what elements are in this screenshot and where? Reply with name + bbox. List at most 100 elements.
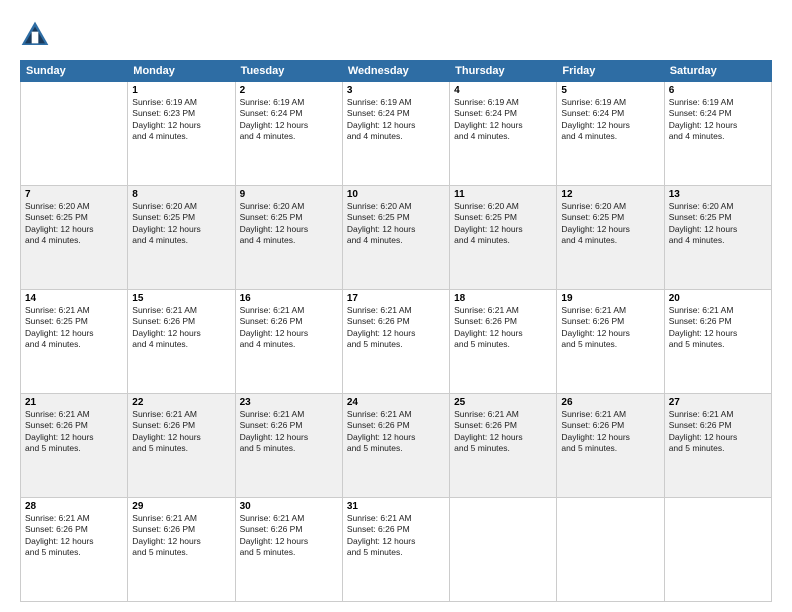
day-number: 8: [132, 189, 230, 200]
day-number: 7: [25, 189, 123, 200]
calendar-cell: 23Sunrise: 6:21 AM Sunset: 6:26 PM Dayli…: [235, 394, 342, 498]
calendar-cell: 19Sunrise: 6:21 AM Sunset: 6:26 PM Dayli…: [557, 290, 664, 394]
day-info: Sunrise: 6:19 AM Sunset: 6:24 PM Dayligh…: [669, 97, 767, 143]
calendar-cell: 1Sunrise: 6:19 AM Sunset: 6:23 PM Daylig…: [128, 82, 235, 186]
day-number: 18: [454, 293, 552, 304]
calendar-cell: 18Sunrise: 6:21 AM Sunset: 6:26 PM Dayli…: [450, 290, 557, 394]
day-info: Sunrise: 6:21 AM Sunset: 6:25 PM Dayligh…: [25, 305, 123, 351]
calendar-cell: 6Sunrise: 6:19 AM Sunset: 6:24 PM Daylig…: [664, 82, 771, 186]
day-info: Sunrise: 6:21 AM Sunset: 6:26 PM Dayligh…: [25, 409, 123, 455]
calendar-cell: [664, 498, 771, 602]
day-info: Sunrise: 6:20 AM Sunset: 6:25 PM Dayligh…: [347, 201, 445, 247]
calendar-cell: 5Sunrise: 6:19 AM Sunset: 6:24 PM Daylig…: [557, 82, 664, 186]
day-info: Sunrise: 6:19 AM Sunset: 6:23 PM Dayligh…: [132, 97, 230, 143]
day-number: 16: [240, 293, 338, 304]
day-info: Sunrise: 6:21 AM Sunset: 6:26 PM Dayligh…: [347, 513, 445, 559]
day-number: 20: [669, 293, 767, 304]
day-number: 10: [347, 189, 445, 200]
calendar-cell: 30Sunrise: 6:21 AM Sunset: 6:26 PM Dayli…: [235, 498, 342, 602]
calendar-cell: 27Sunrise: 6:21 AM Sunset: 6:26 PM Dayli…: [664, 394, 771, 498]
calendar-cell: 13Sunrise: 6:20 AM Sunset: 6:25 PM Dayli…: [664, 186, 771, 290]
day-info: Sunrise: 6:21 AM Sunset: 6:26 PM Dayligh…: [347, 305, 445, 351]
calendar-cell: 10Sunrise: 6:20 AM Sunset: 6:25 PM Dayli…: [342, 186, 449, 290]
calendar-cell: [557, 498, 664, 602]
day-info: Sunrise: 6:21 AM Sunset: 6:26 PM Dayligh…: [132, 409, 230, 455]
calendar-cell: 7Sunrise: 6:20 AM Sunset: 6:25 PM Daylig…: [21, 186, 128, 290]
day-number: 1: [132, 85, 230, 96]
calendar-cell: 14Sunrise: 6:21 AM Sunset: 6:25 PM Dayli…: [21, 290, 128, 394]
day-info: Sunrise: 6:20 AM Sunset: 6:25 PM Dayligh…: [561, 201, 659, 247]
day-info: Sunrise: 6:20 AM Sunset: 6:25 PM Dayligh…: [132, 201, 230, 247]
logo: [20, 20, 54, 50]
day-info: Sunrise: 6:20 AM Sunset: 6:25 PM Dayligh…: [454, 201, 552, 247]
calendar-cell: 4Sunrise: 6:19 AM Sunset: 6:24 PM Daylig…: [450, 82, 557, 186]
calendar-cell: 25Sunrise: 6:21 AM Sunset: 6:26 PM Dayli…: [450, 394, 557, 498]
day-info: Sunrise: 6:19 AM Sunset: 6:24 PM Dayligh…: [454, 97, 552, 143]
day-number: 9: [240, 189, 338, 200]
calendar-week-row: 21Sunrise: 6:21 AM Sunset: 6:26 PM Dayli…: [21, 394, 772, 498]
day-info: Sunrise: 6:21 AM Sunset: 6:26 PM Dayligh…: [240, 513, 338, 559]
day-number: 22: [132, 397, 230, 408]
day-number: 21: [25, 397, 123, 408]
calendar-cell: [21, 82, 128, 186]
day-number: 27: [669, 397, 767, 408]
calendar-week-row: 1Sunrise: 6:19 AM Sunset: 6:23 PM Daylig…: [21, 82, 772, 186]
day-number: 28: [25, 501, 123, 512]
day-number: 6: [669, 85, 767, 96]
calendar-week-row: 28 Sunrise: 6:21 AM Sunset: 6:26 PM Dayli…: [21, 498, 772, 602]
day-number: 23: [240, 397, 338, 408]
day-info: Sunrise: 6:21 AM Sunset: 6:26 PM Dayligh…: [669, 305, 767, 351]
day-number: 19: [561, 293, 659, 304]
day-info: Sunrise: 6:19 AM Sunset: 6:24 PM Dayligh…: [561, 97, 659, 143]
calendar-week-row: 7Sunrise: 6:20 AM Sunset: 6:25 PM Daylig…: [21, 186, 772, 290]
page: Sunday Monday Tuesday Wednesday Thursday…: [0, 0, 792, 612]
logo-icon: [20, 20, 50, 50]
day-number: 30: [240, 501, 338, 512]
col-friday: Friday: [557, 61, 664, 82]
calendar-cell: 17Sunrise: 6:21 AM Sunset: 6:26 PM Dayli…: [342, 290, 449, 394]
calendar-header-row: Sunday Monday Tuesday Wednesday Thursday…: [21, 61, 772, 82]
calendar-cell: 28Sunrise: 6:21 AM Sunset: 6:26 PM Dayli…: [21, 498, 128, 602]
day-info: Sunrise: 6:21 AM Sunset: 6:26 PM Dayligh…: [561, 409, 659, 455]
calendar-week-row: 14Sunrise: 6:21 AM Sunset: 6:25 PM Dayli…: [21, 290, 772, 394]
day-info: Sunrise: 6:21 AM Sunset: 6:26 PM Dayligh…: [132, 305, 230, 351]
day-info: Sunrise: 6:20 AM Sunset: 6:25 PM Dayligh…: [240, 201, 338, 247]
day-number: 11: [454, 189, 552, 200]
col-sunday: Sunday: [21, 61, 128, 82]
header: [20, 20, 772, 50]
day-info: Sunrise: 6:21 AM Sunset: 6:26 PM Dayligh…: [132, 513, 230, 559]
day-number: 14: [25, 293, 123, 304]
day-info: Sunrise: 6:21 AM Sunset: 6:26 PM Dayligh…: [347, 409, 445, 455]
col-saturday: Saturday: [664, 61, 771, 82]
day-number: 24: [347, 397, 445, 408]
col-thursday: Thursday: [450, 61, 557, 82]
calendar-cell: 31Sunrise: 6:21 AM Sunset: 6:26 PM Dayli…: [342, 498, 449, 602]
calendar-cell: 24Sunrise: 6:21 AM Sunset: 6:26 PM Dayli…: [342, 394, 449, 498]
day-info: Sunrise: 6:20 AM Sunset: 6:25 PM Dayligh…: [25, 201, 123, 247]
day-number: 15: [132, 293, 230, 304]
calendar-cell: 29Sunrise: 6:21 AM Sunset: 6:26 PM Dayli…: [128, 498, 235, 602]
day-number: 29: [132, 501, 230, 512]
calendar-cell: [450, 498, 557, 602]
calendar-cell: 20Sunrise: 6:21 AM Sunset: 6:26 PM Dayli…: [664, 290, 771, 394]
day-info: Sunrise: 6:21 AM Sunset: 6:26 PM Dayligh…: [454, 409, 552, 455]
col-wednesday: Wednesday: [342, 61, 449, 82]
calendar-cell: 15Sunrise: 6:21 AM Sunset: 6:26 PM Dayli…: [128, 290, 235, 394]
calendar-cell: 8Sunrise: 6:20 AM Sunset: 6:25 PM Daylig…: [128, 186, 235, 290]
day-info: Sunrise: 6:19 AM Sunset: 6:24 PM Dayligh…: [240, 97, 338, 143]
calendar-cell: 12Sunrise: 6:20 AM Sunset: 6:25 PM Dayli…: [557, 186, 664, 290]
day-info: Sunrise: 6:21 AM Sunset: 6:26 PM Dayligh…: [454, 305, 552, 351]
day-number: 13: [669, 189, 767, 200]
day-number: 31: [347, 501, 445, 512]
day-number: 12: [561, 189, 659, 200]
day-info: Sunrise: 6:21 AM Sunset: 6:26 PM Dayligh…: [240, 409, 338, 455]
day-info: Sunrise: 6:20 AM Sunset: 6:25 PM Dayligh…: [669, 201, 767, 247]
day-info: Sunrise: 6:19 AM Sunset: 6:24 PM Dayligh…: [347, 97, 445, 143]
calendar-cell: 22Sunrise: 6:21 AM Sunset: 6:26 PM Dayli…: [128, 394, 235, 498]
day-number: 17: [347, 293, 445, 304]
day-info: Sunrise: 6:21 AM Sunset: 6:26 PM Dayligh…: [561, 305, 659, 351]
calendar-table: Sunday Monday Tuesday Wednesday Thursday…: [20, 60, 772, 602]
day-number: 25: [454, 397, 552, 408]
day-number: 5: [561, 85, 659, 96]
calendar-cell: 21Sunrise: 6:21 AM Sunset: 6:26 PM Dayli…: [21, 394, 128, 498]
